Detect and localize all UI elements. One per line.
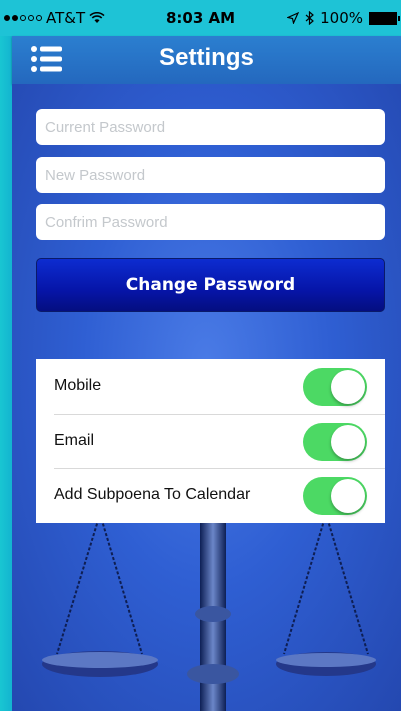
- confirm-password-field[interactable]: [36, 204, 385, 240]
- new-password-field[interactable]: [36, 157, 385, 193]
- setting-label-calendar: Add Subpoena To Calendar: [54, 486, 251, 504]
- change-password-button[interactable]: Change Password: [36, 258, 385, 312]
- settings-content: Change Password Mobile Email Add Subpoen…: [12, 84, 401, 711]
- toggle-knob: [331, 424, 365, 459]
- bluetooth-icon: [305, 11, 315, 25]
- page-title: Settings: [159, 44, 254, 71]
- settings-screen: AT&T 8:03 AM 100% Settings Change Passwo…: [0, 0, 401, 711]
- notification-settings-list: Mobile Email Add Subpoena To Calendar: [36, 359, 385, 523]
- location-arrow-icon: [287, 12, 300, 24]
- current-password-field[interactable]: [36, 109, 385, 145]
- battery-percent: 100%: [320, 9, 363, 27]
- setting-row-email: Email: [36, 413, 385, 469]
- setting-label-email: Email: [54, 431, 95, 449]
- scales-of-justice-background: [42, 504, 376, 711]
- toggle-knob: [331, 370, 365, 404]
- battery-icon: [369, 11, 400, 25]
- setting-row-calendar: Add Subpoena To Calendar: [36, 468, 385, 523]
- add-subpoena-to-calendar-toggle[interactable]: [303, 477, 367, 516]
- status-right: 100%: [287, 9, 400, 27]
- mobile-toggle[interactable]: [303, 368, 367, 406]
- status-bar: AT&T 8:03 AM 100%: [0, 0, 401, 36]
- navigation-bar: Settings: [12, 36, 401, 84]
- setting-row-mobile: Mobile: [36, 359, 385, 414]
- email-toggle[interactable]: [303, 422, 367, 461]
- setting-label-mobile: Mobile: [54, 377, 102, 394]
- toggle-knob: [331, 479, 365, 514]
